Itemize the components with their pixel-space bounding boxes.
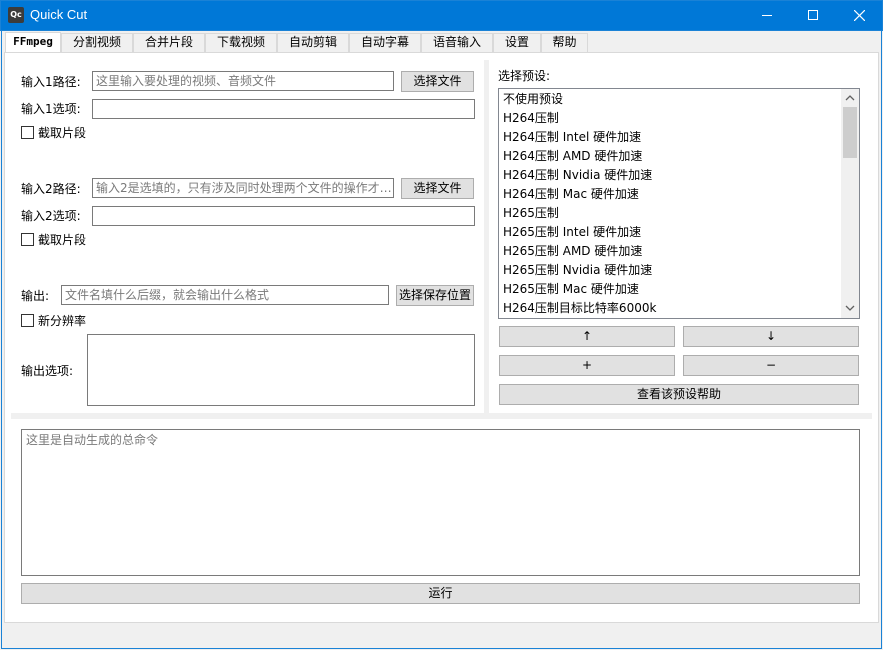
tab-help[interactable]: 帮助 <box>541 33 588 52</box>
input1-path-label: 输入1路径: <box>21 75 81 89</box>
add-preset-button[interactable]: + <box>499 355 675 376</box>
input1-path-field[interactable]: 这里输入要处理的视频、音频文件 <box>92 71 394 91</box>
scroll-down-arrow-icon[interactable] <box>844 302 856 314</box>
tab-download-video[interactable]: 下载视频 <box>205 33 277 52</box>
run-button[interactable]: 运行 <box>21 583 860 604</box>
list-item[interactable]: H265压制 <box>503 204 559 223</box>
list-item[interactable]: H264压制目标比特率6000k <box>503 299 656 318</box>
vertical-splitter[interactable] <box>484 60 489 416</box>
close-button[interactable] <box>836 0 882 30</box>
choose-save-location-button[interactable]: 选择保存位置 <box>396 285 474 306</box>
input2-choose-file-button[interactable]: 选择文件 <box>401 178 474 199</box>
preset-help-button[interactable]: 查看该预设帮助 <box>499 384 859 405</box>
new-resolution-checkbox[interactable] <box>21 314 34 327</box>
tab-merge-clips[interactable]: 合并片段 <box>133 33 205 52</box>
input2-clip-label: 截取片段 <box>38 233 87 247</box>
list-item[interactable]: H264压制 Mac 硬件加速 <box>503 185 639 204</box>
tab-auto-edit[interactable]: 自动剪辑 <box>277 33 349 52</box>
window-title: Quick Cut <box>30 7 88 22</box>
move-down-button[interactable]: ↓ <box>683 326 859 347</box>
remove-preset-button[interactable]: − <box>683 355 859 376</box>
close-icon <box>853 9 865 21</box>
input1-clip-checkbox[interactable] <box>21 126 34 139</box>
list-item[interactable]: H265压制 Intel 硬件加速 <box>503 223 641 242</box>
input2-options-label: 输入2选项: <box>21 209 81 223</box>
output-label: 输出: <box>21 289 50 303</box>
list-item[interactable]: H264压制 AMD 硬件加速 <box>503 147 642 166</box>
input1-clip-label: 截取片段 <box>38 126 87 140</box>
horizontal-splitter[interactable] <box>11 413 872 419</box>
tab-voice-input[interactable]: 语音输入 <box>421 33 493 52</box>
command-textarea[interactable]: 这里是自动生成的总命令 <box>21 429 860 576</box>
input2-path-label: 输入2路径: <box>21 182 81 196</box>
input2-path-field[interactable]: 输入2是选填的，只有涉及同时处理两个文件的操作才… <box>92 178 394 198</box>
input1-choose-file-button[interactable]: 选择文件 <box>401 71 474 92</box>
input1-options-label: 输入1选项: <box>21 102 81 116</box>
tab-ffmpeg[interactable]: FFmpeg <box>5 32 61 53</box>
list-item[interactable]: H264压制 <box>503 109 559 128</box>
scroll-up-arrow-icon[interactable] <box>844 92 856 104</box>
output-options-label: 输出选项: <box>21 364 74 378</box>
minimize-icon <box>762 15 772 16</box>
output-path-field[interactable]: 文件名填什么后缀，就会输出什么格式 <box>61 285 389 305</box>
maximize-button[interactable] <box>790 0 836 30</box>
preset-label: 选择预设: <box>498 69 551 83</box>
tab-settings[interactable]: 设置 <box>493 33 541 52</box>
list-item[interactable]: H265压制 Mac 硬件加速 <box>503 280 639 299</box>
scrollbar-thumb[interactable] <box>843 107 857 158</box>
input2-clip-checkbox[interactable] <box>21 233 34 246</box>
preset-list[interactable]: 不使用预设 H264压制 H264压制 Intel 硬件加速 H264压制 AM… <box>498 88 860 319</box>
list-item[interactable]: H264压制 Intel 硬件加速 <box>503 128 641 147</box>
list-item[interactable]: H265压制 AMD 硬件加速 <box>503 242 642 261</box>
input2-options-field[interactable] <box>92 206 475 226</box>
input1-options-field[interactable] <box>92 99 475 119</box>
list-item[interactable]: H264压制 Nvidia 硬件加速 <box>503 166 652 185</box>
app-icon: Qc <box>8 7 24 23</box>
maximize-icon <box>808 10 818 20</box>
output-options-field[interactable] <box>87 334 475 406</box>
move-up-button[interactable]: ↑ <box>499 326 675 347</box>
minimize-button[interactable] <box>744 0 790 30</box>
list-item[interactable]: H265压制 Nvidia 硬件加速 <box>503 261 652 280</box>
new-resolution-label: 新分辨率 <box>38 314 87 328</box>
tab-auto-subtitle[interactable]: 自动字幕 <box>349 33 421 52</box>
list-item[interactable]: 不使用预设 <box>503 90 563 109</box>
command-placeholder: 这里是自动生成的总命令 <box>26 433 159 447</box>
tab-split-video[interactable]: 分割视频 <box>61 33 133 52</box>
